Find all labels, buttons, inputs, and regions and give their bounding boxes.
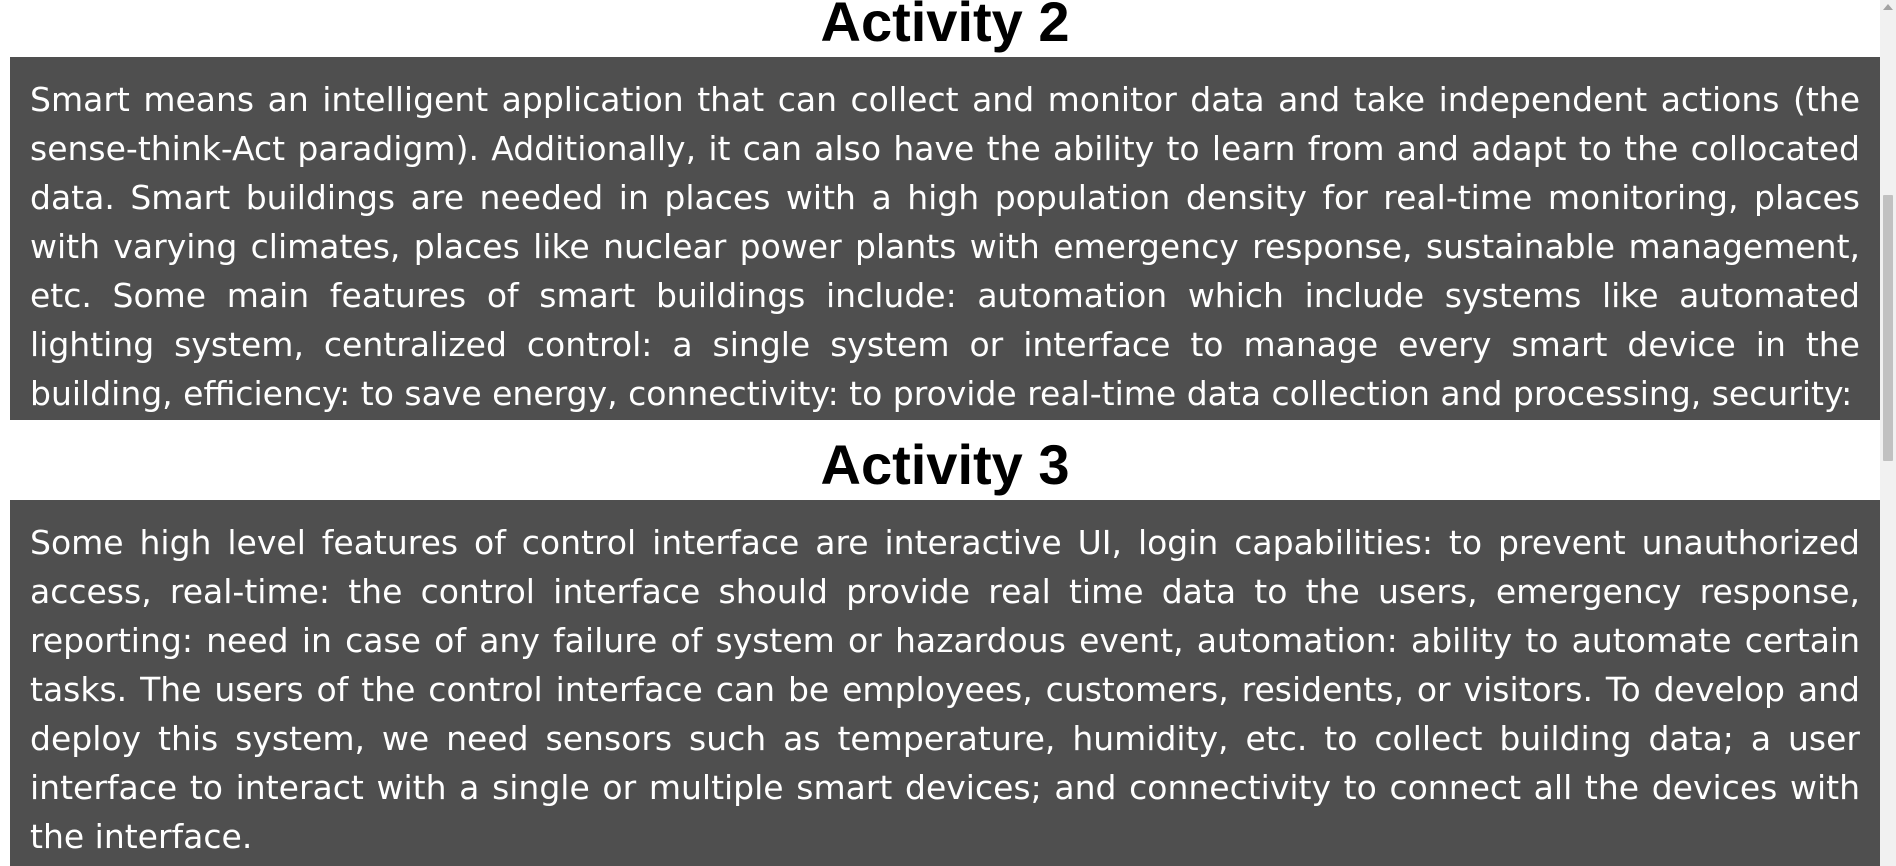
scroll-up-arrow-icon[interactable] [1880,0,1896,14]
activity-3-panel: Some high level features of control inte… [10,500,1880,866]
scrollbar-thumb[interactable] [1883,195,1893,461]
page: Activity 2 Smart means an intelligent ap… [0,0,1896,866]
activity-3-title: Activity 3 [820,433,1070,496]
activity-2-panel: Smart means an intelligent application t… [10,57,1880,420]
activity-3-text: Some high level features of control inte… [30,523,1860,856]
activity-2-title: Activity 2 [820,0,1070,53]
vertical-scrollbar[interactable] [1880,0,1896,866]
content-area: Activity 2 Smart means an intelligent ap… [0,0,1880,866]
activity-2-text: Smart means an intelligent application t… [30,80,1860,413]
